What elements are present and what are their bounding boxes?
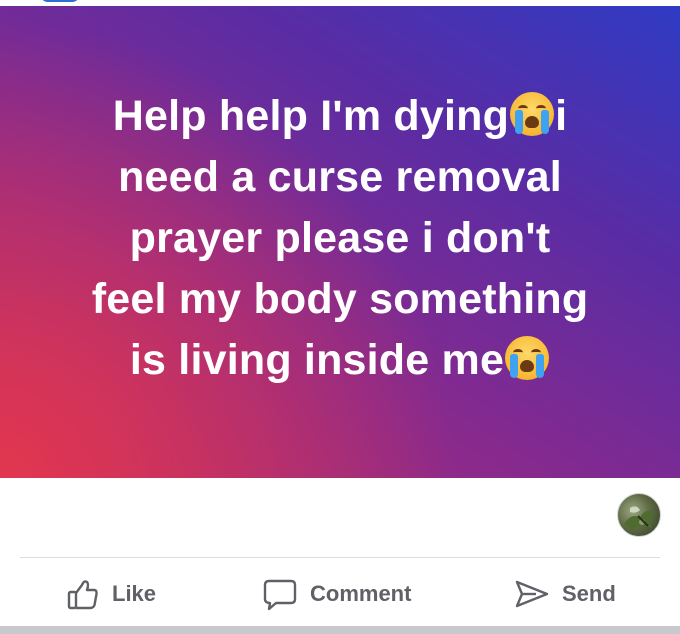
thumbs-up-icon (67, 580, 98, 610)
loudly-crying-face-icon (510, 92, 555, 136)
speech-bubble-icon (263, 579, 297, 611)
post-text: Help help I'm dying i need a curse remova… (40, 86, 640, 391)
reactor-avatar[interactable] (617, 493, 661, 537)
post-text-line-1: Help help I'm dying i (40, 86, 640, 147)
post-text-segment: is living inside me (129, 336, 505, 384)
post-text-line-3: prayer please i don't (129, 214, 551, 262)
post-text-line-5: is living inside me (40, 330, 640, 391)
previous-element-edge (40, 0, 80, 2)
post-text-line-2: need a curse removal (118, 153, 562, 201)
loudly-crying-face-icon (505, 336, 550, 380)
action-bar: Like Comment Send (0, 566, 680, 620)
post-text-line-4: feel my body something (91, 275, 589, 323)
divider (20, 557, 660, 558)
like-button[interactable]: Like (66, 574, 156, 614)
paper-plane-icon (515, 580, 549, 608)
post-text-segment: i (555, 92, 568, 140)
avatar-image (624, 506, 654, 530)
bottom-strip (0, 626, 680, 634)
post-text-segment: Help help I'm dying (112, 92, 510, 140)
comment-button[interactable]: Comment (262, 574, 411, 614)
send-label: Send (562, 581, 616, 606)
comment-label: Comment (310, 581, 412, 606)
send-button[interactable]: Send (514, 574, 616, 614)
like-label: Like (112, 581, 157, 606)
